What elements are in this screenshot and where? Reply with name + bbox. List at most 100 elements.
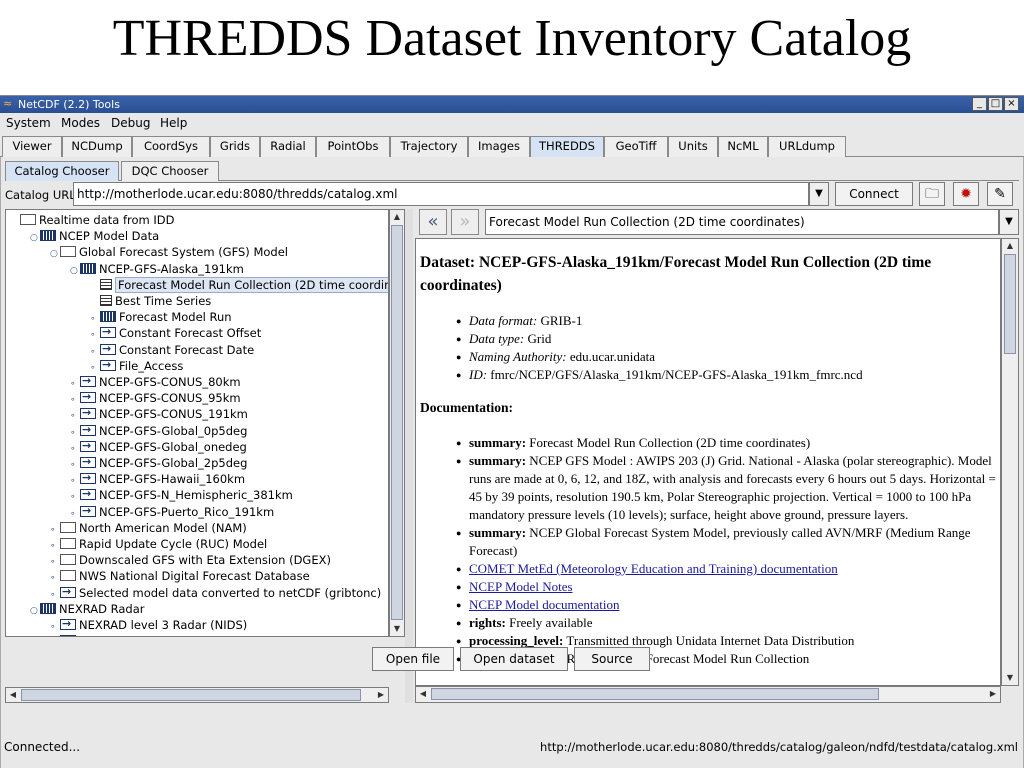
scroll-left-icon[interactable]: ◀ (416, 687, 430, 701)
property-item: Data format: GRIB-1 (456, 312, 996, 330)
scroll-down-icon[interactable]: ▼ (390, 622, 404, 636)
split-pane-divider[interactable] (405, 209, 413, 703)
catalog-url-input[interactable]: http://motherlode.ucar.edu:8080/thredds/… (73, 182, 809, 206)
tab-ncml[interactable]: NcML (718, 136, 768, 157)
menu-system[interactable]: System (6, 116, 51, 130)
tree-node[interactable]: ∘ NWS National Digital Forecast Database (50, 568, 310, 584)
window-title: NetCDF (2.2) Tools (18, 98, 120, 111)
connect-button[interactable]: Connect (835, 182, 913, 206)
info-horizontal-scrollbar[interactable]: ◀ ▶ (415, 686, 1001, 703)
collapse-toggle-icon[interactable]: ○ (30, 230, 40, 246)
tree-node-label: NEXRAD Radar (59, 601, 145, 616)
edit-button[interactable]: ✎ (987, 182, 1013, 206)
tab-ncdump[interactable]: NCDump (62, 136, 132, 157)
catalog-icon (100, 311, 116, 323)
maximize-button[interactable]: □ (988, 97, 1003, 111)
tree-node[interactable]: ∘Constant Forecast Offset (90, 324, 261, 341)
tree-node[interactable]: ○ NCEP Model Data (30, 228, 159, 244)
info-vertical-scrollbar[interactable]: ▲ ▼ (1001, 238, 1019, 686)
scroll-right-icon[interactable]: ▶ (374, 688, 388, 702)
ncep-model-notes-link[interactable]: NCEP Model Notes (469, 579, 573, 594)
open-dataset-button[interactable]: Open dataset (460, 647, 568, 671)
forward-button[interactable]: » (451, 209, 479, 235)
link-icon (80, 503, 96, 519)
tree-node[interactable]: ∘ North American Model (NAM) (50, 520, 247, 536)
tab-pointobs[interactable]: PointObs (316, 136, 390, 157)
scroll-left-icon[interactable]: ◀ (6, 688, 20, 702)
debug-button[interactable]: ✹ (953, 182, 979, 206)
tree-node[interactable]: ∘NCEP-GFS-Hawaii_160km (70, 470, 245, 487)
tab-geotiff[interactable]: GeoTiff (604, 136, 668, 157)
tree-scroll-thumb[interactable] (391, 225, 403, 620)
catalog-tree[interactable]: Realtime data from IDD ○ NCEP Model Data ○ G… (5, 209, 389, 637)
tree-node[interactable]: ∘Selected model data converted to netCDF… (50, 584, 381, 601)
tree-node[interactable]: ∘ NEXRAD Level II Radar WSR-88D (50, 632, 266, 636)
dataset-select[interactable]: Forecast Model Run Collection (2D time c… (485, 209, 999, 235)
catalog-icon (40, 602, 56, 614)
tab-thredds[interactable]: THREDDS (530, 136, 604, 157)
comet-meted-link[interactable]: COMET MetEd (Meteorology Education and T… (469, 561, 838, 576)
tree-node[interactable]: ∘NCEP-GFS-Puerto_Rico_191km (70, 503, 274, 520)
scroll-right-icon[interactable]: ▶ (986, 687, 1000, 701)
tab-grids[interactable]: Grids (210, 136, 260, 157)
collapse-toggle-icon[interactable]: ○ (50, 246, 60, 262)
tree-node[interactable]: Best Time Series (90, 293, 211, 309)
tree-node[interactable]: ○ NEXRAD Radar (30, 601, 145, 617)
tab-viewer[interactable]: Viewer (2, 136, 62, 157)
open-file-button[interactable]: Open file (372, 647, 454, 671)
tree-node[interactable]: Forecast Model Run Collection (2D time c… (90, 276, 388, 293)
tree-node[interactable]: ∘NCEP-GFS-Global_2p5deg (70, 454, 247, 471)
tab-coordsys[interactable]: CoordSys (132, 136, 210, 157)
tree-hscroll-thumb[interactable] (21, 689, 361, 701)
dataset-dropdown-button[interactable]: ▼ (999, 209, 1019, 235)
info-hscroll-thumb[interactable] (431, 688, 879, 700)
menu-debug[interactable]: Debug (111, 116, 150, 130)
tree-node[interactable]: ∘NCEP-GFS-Global_0p5deg (70, 422, 247, 439)
menu-help[interactable]: Help (160, 116, 187, 130)
folder-icon (20, 214, 36, 225)
collapse-toggle-icon[interactable]: ○ (30, 603, 40, 619)
url-dropdown-button[interactable]: ▼ (809, 182, 829, 206)
expand-toggle-icon[interactable]: ∘ (50, 635, 60, 636)
tree-node[interactable]: ○ NCEP-GFS-Alaska_191km (70, 261, 244, 277)
ncep-model-documentation-link[interactable]: NCEP Model documentation (469, 597, 619, 612)
tree-node[interactable]: Realtime data from IDD (10, 212, 175, 228)
tab-urldump[interactable]: URLdump (768, 136, 846, 157)
info-scroll-thumb[interactable] (1004, 254, 1016, 354)
collapse-toggle-icon[interactable]: ○ (70, 263, 80, 279)
menu-modes[interactable]: Modes (61, 116, 100, 130)
tree-node[interactable]: ∘ Rapid Update Cycle (RUC) Model (50, 536, 267, 552)
tree-node[interactable]: ∘Constant Forecast Date (90, 341, 254, 358)
tab-catalog-chooser[interactable]: Catalog Chooser (5, 161, 119, 181)
tree-node[interactable]: ∘NCEP-GFS-CONUS_80km (70, 373, 241, 390)
tab-radial[interactable]: Radial (260, 136, 316, 157)
tab-units[interactable]: Units (668, 136, 718, 157)
link-icon (80, 470, 96, 486)
window-titlebar[interactable]: ≈ NetCDF (2.2) Tools _ □ × (0, 96, 1024, 113)
back-button[interactable]: « (419, 209, 447, 235)
scroll-up-icon[interactable]: ▲ (390, 210, 404, 224)
close-button[interactable]: × (1004, 97, 1019, 111)
documentation-heading: Documentation: (420, 400, 513, 415)
tree-node-label: NCEP-GFS-CONUS_95km (99, 391, 241, 406)
scroll-down-icon[interactable]: ▼ (1003, 671, 1017, 685)
tree-node[interactable]: ∘NCEP-GFS-N_Hemispheric_381km (70, 486, 293, 503)
tree-node[interactable]: ∘NCEP-GFS-Global_onedeg (70, 438, 247, 455)
tab-dqc-chooser[interactable]: DQC Chooser (121, 161, 219, 181)
tree-node[interactable]: ∘ Forecast Model Run (90, 309, 232, 325)
tree-node[interactable]: ○ Global Forecast System (GFS) Model (50, 244, 288, 260)
tree-node[interactable]: ∘File_Access (90, 357, 183, 374)
tree-vertical-scrollbar[interactable]: ▲ ▼ (389, 209, 405, 637)
source-button[interactable]: Source (574, 647, 650, 671)
tree-horizontal-scrollbar[interactable]: ◀ ▶ (5, 687, 389, 703)
tree-node[interactable]: ∘NCEP-GFS-CONUS_95km (70, 389, 241, 406)
scroll-up-icon[interactable]: ▲ (1003, 239, 1017, 253)
tree-node[interactable]: ∘ NEXRAD level 3 Radar (NIDS) (50, 616, 247, 633)
tab-trajectory[interactable]: Trajectory (390, 136, 468, 157)
minimize-button[interactable]: _ (972, 97, 987, 111)
tab-images[interactable]: Images (468, 136, 530, 157)
open-folder-button[interactable]: 🗀 (919, 182, 945, 206)
tree-node[interactable]: ∘NCEP-GFS-CONUS_191km (70, 405, 248, 422)
tree-node[interactable]: ∘ Downscaled GFS with Eta Extension (DGEX… (50, 552, 331, 568)
link-icon (60, 632, 76, 636)
